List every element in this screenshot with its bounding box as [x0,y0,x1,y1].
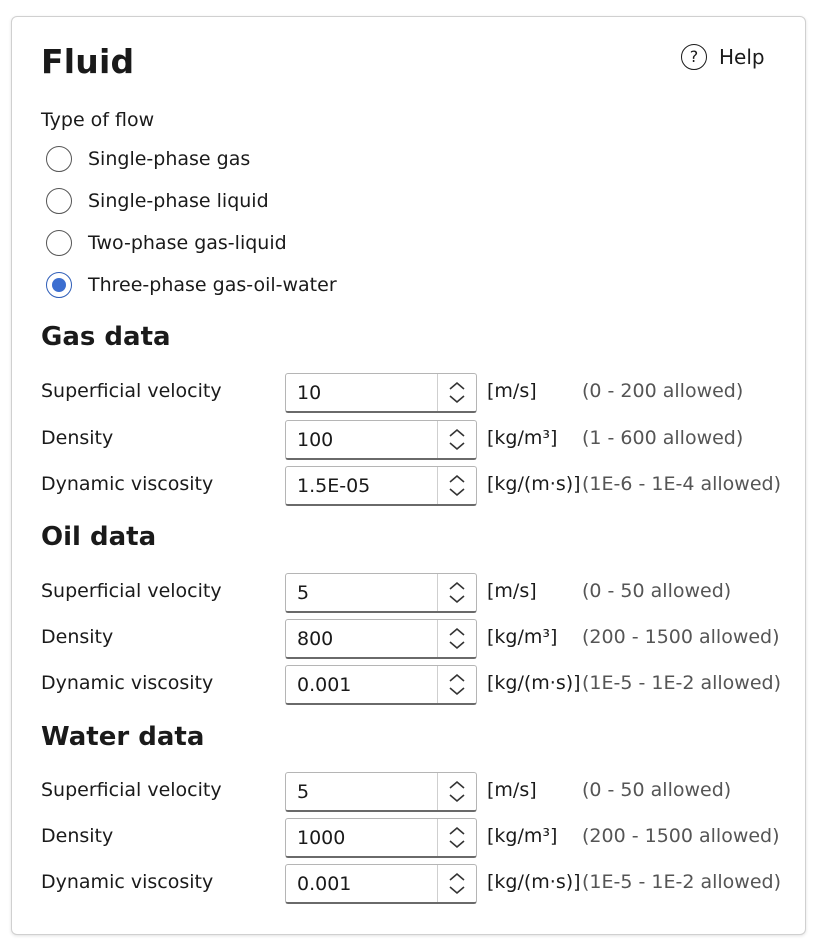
flow-type-label: Type of flow [41,109,155,131]
chevron-down-icon[interactable] [448,885,466,895]
input-value[interactable]: 800 [286,620,437,657]
oil-viscosity-range: (1E-5 - 1E-2 allowed) [582,672,781,694]
water-section-title: Water data [41,722,205,752]
oil-velocity-label: Superficial velocity [41,580,222,602]
gas-density-label: Density [41,427,114,449]
chevron-down-icon[interactable] [448,441,466,451]
water-viscosity-range: (1E-5 - 1E-2 allowed) [582,871,781,893]
radio-unchecked-icon [46,146,72,172]
gas-viscosity-range: (1E-6 - 1E-4 allowed) [582,473,781,495]
input-value[interactable]: 0.001 [286,666,437,703]
water-viscosity-unit: [kg/(m·s)] [487,871,581,893]
oil-section-title: Oil data [41,522,157,552]
fluid-panel: Fluid ? Help Type of flow Single-phase g… [11,16,806,935]
spinner[interactable] [437,666,476,703]
radio-single-phase-gas[interactable]: Single-phase gas [46,146,250,172]
water-density-unit: [kg/m³] [487,825,558,847]
radio-unchecked-icon [46,230,72,256]
gas-velocity-range: (0 - 200 allowed) [582,380,744,402]
radio-checked-icon [46,272,72,298]
chevron-down-icon[interactable] [448,640,466,650]
chevron-up-icon[interactable] [448,673,466,683]
chevron-up-icon[interactable] [448,381,466,391]
spinner[interactable] [437,773,476,810]
spinner[interactable] [437,865,476,902]
chevron-down-icon[interactable] [448,793,466,803]
oil-velocity-unit: [m/s] [487,580,537,602]
water-viscosity-input[interactable]: 0.001 [285,864,477,904]
water-density-input[interactable]: 1000 [285,818,477,858]
water-viscosity-label: Dynamic viscosity [41,871,214,893]
input-value[interactable]: 10 [286,374,437,411]
input-value[interactable]: 1.5E-05 [286,467,437,504]
gas-velocity-label: Superficial velocity [41,380,222,402]
spinner[interactable] [437,620,476,657]
input-value[interactable]: 1000 [286,819,437,856]
oil-density-range: (200 - 1500 allowed) [582,626,780,648]
gas-viscosity-input[interactable]: 1.5E-05 [285,466,477,506]
chevron-down-icon[interactable] [448,839,466,849]
radio-label: Single-phase liquid [88,190,269,212]
oil-density-input[interactable]: 800 [285,619,477,659]
chevron-up-icon[interactable] [448,780,466,790]
oil-velocity-range: (0 - 50 allowed) [582,580,732,602]
oil-viscosity-unit: [kg/(m·s)] [487,672,581,694]
water-velocity-unit: [m/s] [487,779,537,801]
chevron-down-icon[interactable] [448,394,466,404]
gas-density-input[interactable]: 100 [285,420,477,460]
spinner[interactable] [437,819,476,856]
gas-section-title: Gas data [41,322,171,352]
gas-velocity-input[interactable]: 10 [285,373,477,413]
water-velocity-input[interactable]: 5 [285,772,477,812]
spinner[interactable] [437,421,476,458]
radio-unchecked-icon [46,188,72,214]
radio-label: Three-phase gas-oil-water [88,274,337,296]
gas-viscosity-unit: [kg/(m·s)] [487,473,581,495]
chevron-down-icon[interactable] [448,594,466,604]
help-label: Help [719,45,765,69]
water-density-label: Density [41,825,114,847]
spinner[interactable] [437,467,476,504]
radio-three-phase-gas-oil-water[interactable]: Three-phase gas-oil-water [46,272,337,298]
spinner[interactable] [437,374,476,411]
radio-single-phase-liquid[interactable]: Single-phase liquid [46,188,269,214]
chevron-up-icon[interactable] [448,627,466,637]
input-value[interactable]: 5 [286,574,437,611]
radio-label: Single-phase gas [88,148,251,170]
chevron-down-icon[interactable] [448,686,466,696]
spinner[interactable] [437,574,476,611]
gas-density-range: (1 - 600 allowed) [582,427,744,449]
oil-velocity-input[interactable]: 5 [285,573,477,613]
water-density-range: (200 - 1500 allowed) [582,825,780,847]
chevron-down-icon[interactable] [448,487,466,497]
oil-density-label: Density [41,626,114,648]
water-velocity-label: Superficial velocity [41,779,222,801]
input-value[interactable]: 100 [286,421,437,458]
oil-viscosity-input[interactable]: 0.001 [285,665,477,705]
gas-velocity-unit: [m/s] [487,380,537,402]
oil-density-unit: [kg/m³] [487,626,558,648]
oil-viscosity-label: Dynamic viscosity [41,672,214,694]
chevron-up-icon[interactable] [448,826,466,836]
input-value[interactable]: 0.001 [286,865,437,902]
chevron-up-icon[interactable] [448,872,466,882]
radio-two-phase-gas-liquid[interactable]: Two-phase gas-liquid [46,230,287,256]
chevron-up-icon[interactable] [448,474,466,484]
chevron-up-icon[interactable] [448,428,466,438]
question-circle-icon: ? [681,44,707,70]
gas-viscosity-label: Dynamic viscosity [41,473,214,495]
input-value[interactable]: 5 [286,773,437,810]
chevron-up-icon[interactable] [448,581,466,591]
radio-label: Two-phase gas-liquid [88,232,287,254]
water-velocity-range: (0 - 50 allowed) [582,779,732,801]
gas-density-unit: [kg/m³] [487,427,558,449]
page-title: Fluid [41,42,135,81]
help-button[interactable]: ? Help [681,44,765,70]
